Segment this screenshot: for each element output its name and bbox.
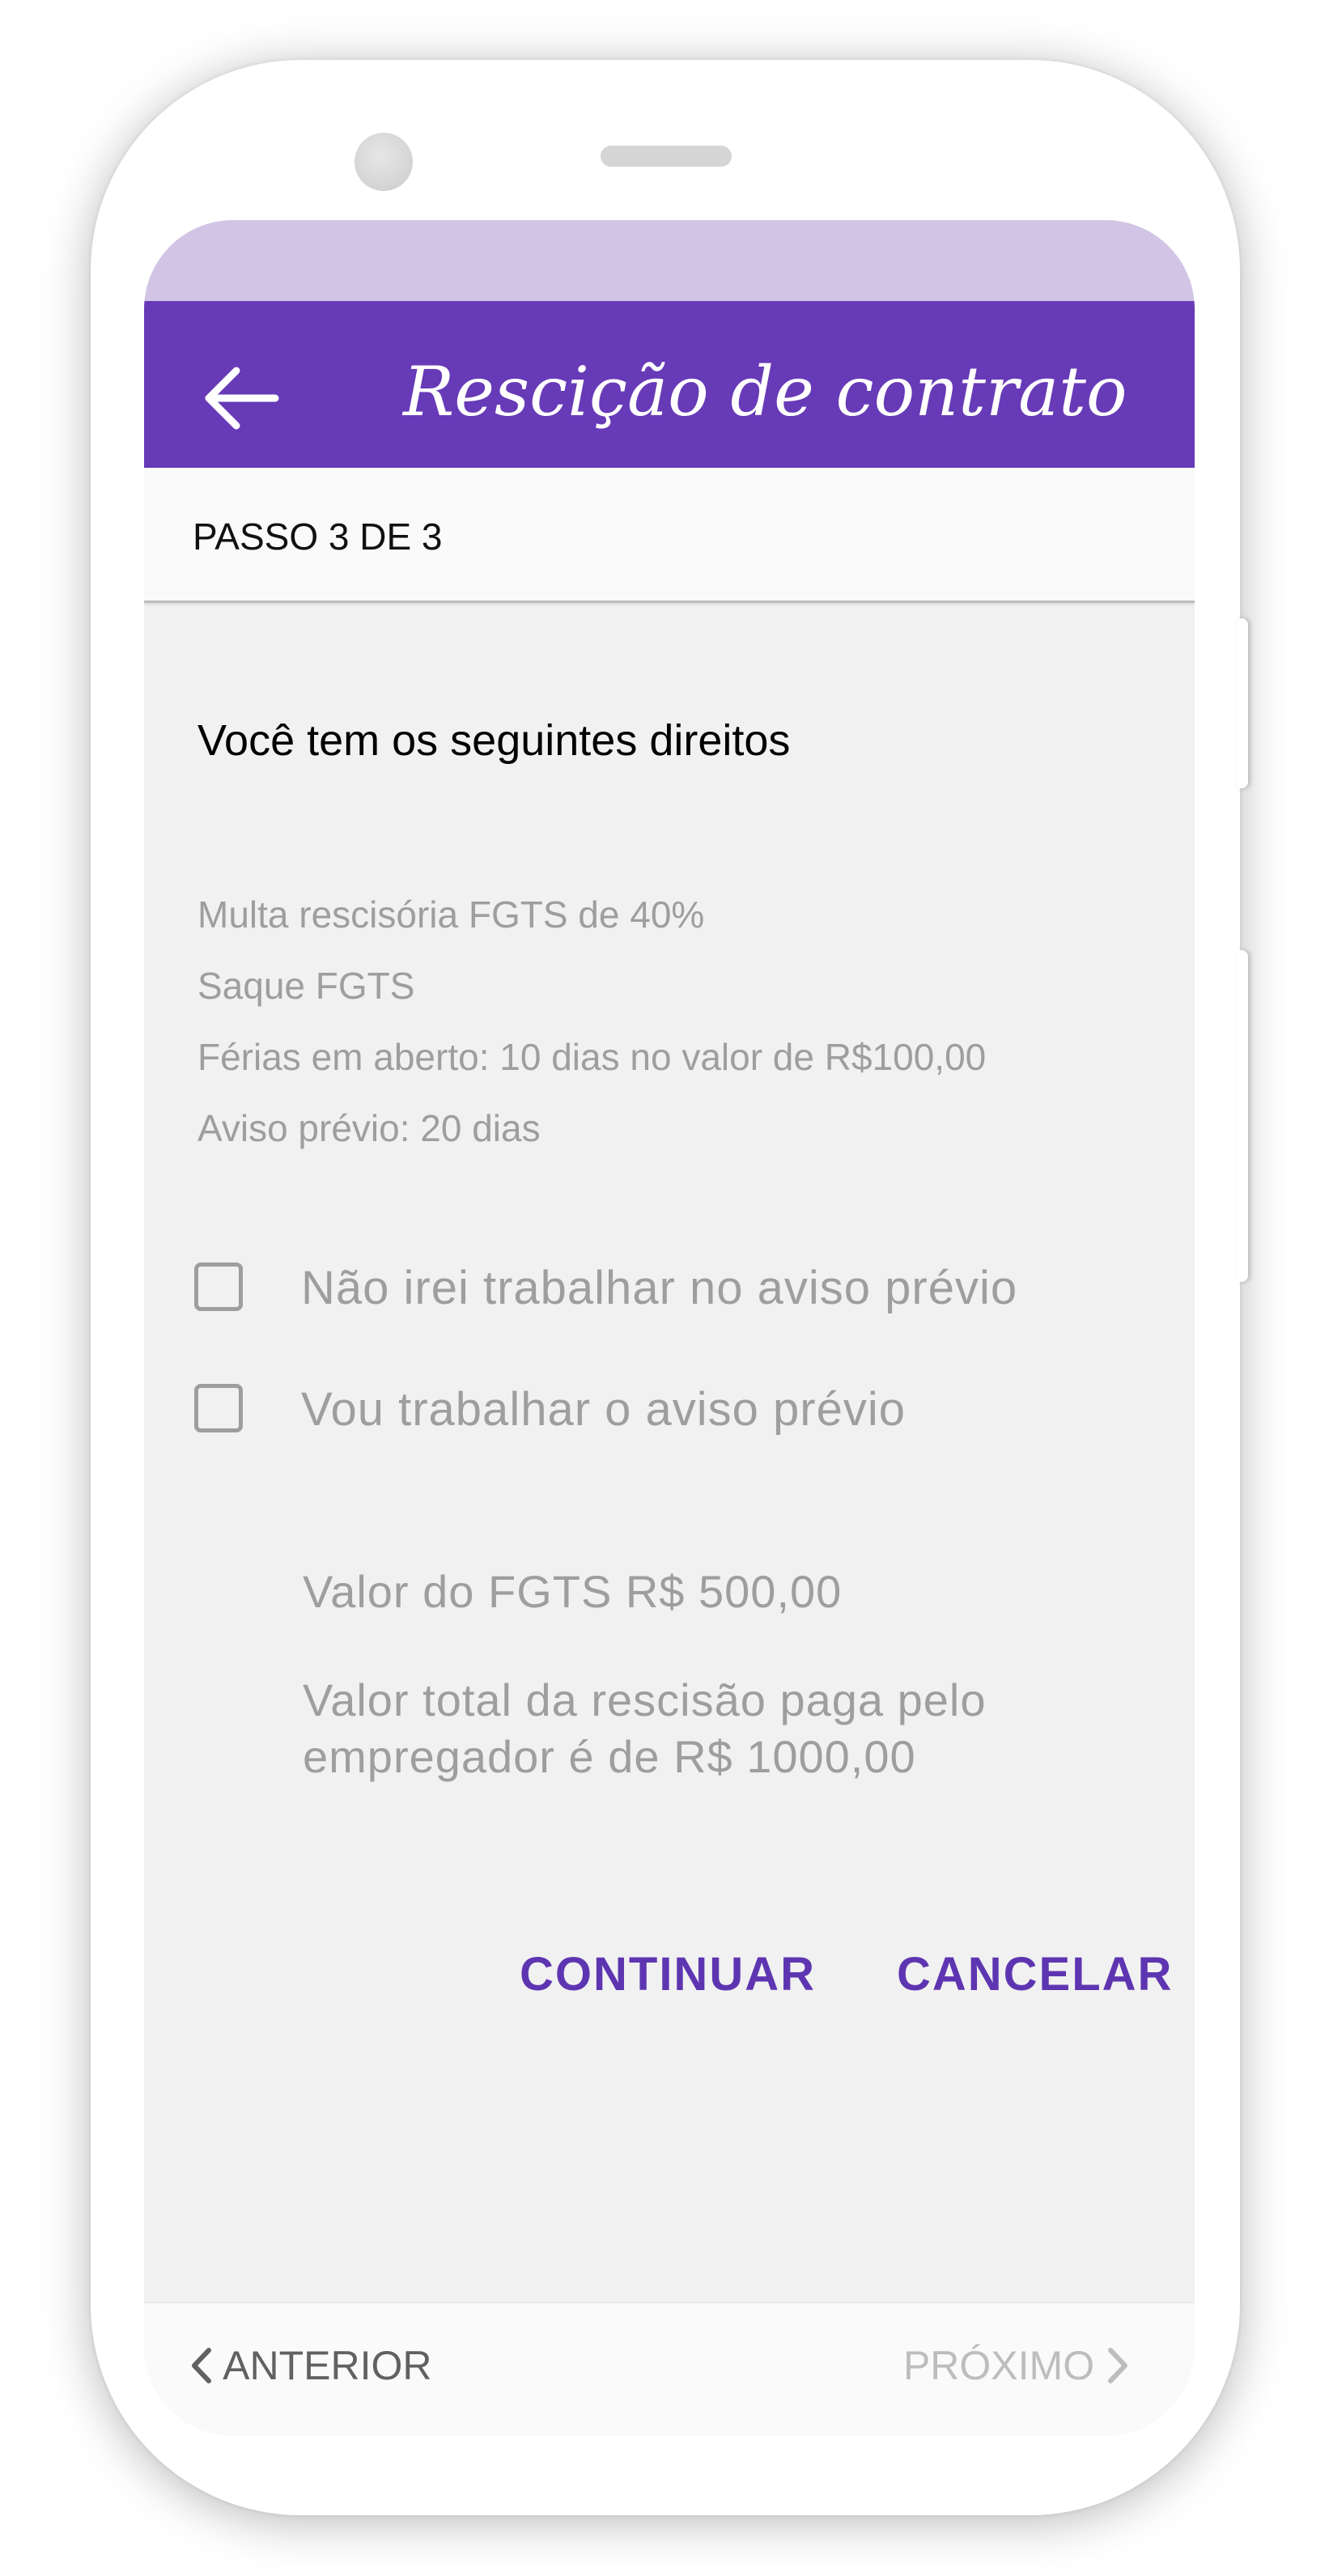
option-label: Não irei trabalhar no aviso prévio <box>301 1262 1018 1314</box>
arrow-left-icon <box>205 367 279 430</box>
continue-button[interactable]: CONTINUAR <box>520 1947 816 2001</box>
list-item: Multa rescisória FGTS de 40% <box>197 893 705 936</box>
rights-heading: Você tem os seguintes direitos <box>197 716 791 765</box>
list-item: Férias em aberto: 10 dias no valor de R$… <box>197 1036 987 1078</box>
checkbox-no-notice-work[interactable] <box>194 1263 243 1311</box>
previous-button[interactable]: ANTERIOR <box>189 2342 432 2389</box>
next-label: PRÓXIMO <box>902 2343 1095 2388</box>
option-no-notice-work[interactable]: Não irei trabalhar no aviso prévio <box>194 1258 1133 1322</box>
step-label: PASSO 3 DE 3 <box>193 516 443 558</box>
previous-label: ANTERIOR <box>223 2343 432 2388</box>
back-button[interactable] <box>202 366 280 431</box>
chevron-right-icon <box>1108 2347 1127 2383</box>
front-camera <box>355 133 413 191</box>
cancel-button[interactable]: CANCELAR <box>897 1947 1173 2001</box>
step-indicator-bar: PASSO 3 DE 3 <box>144 468 1195 603</box>
list-item: Saque FGTS <box>197 965 415 1007</box>
app-bar: Rescição de contrato <box>144 301 1195 468</box>
list-item: Aviso prévio: 20 dias <box>197 1107 541 1149</box>
side-button-power <box>1237 618 1248 788</box>
fgts-value-text: Valor do FGTS R$ 500,00 <box>303 1566 843 1617</box>
rights-list: Multa rescisória FGTS de 40% Saque FGTS … <box>197 879 986 1164</box>
next-button[interactable]: PRÓXIMO <box>903 2342 1130 2389</box>
earpiece-speaker <box>601 146 732 167</box>
option-label: Vou trabalhar o aviso prévio <box>301 1383 906 1436</box>
chevron-left-icon <box>192 2347 211 2383</box>
phone-screen: Rescição de contrato PASSO 3 DE 3 Você t… <box>144 220 1195 2436</box>
bottom-navigation-bar: ANTERIOR PRÓXIMO <box>144 2302 1195 2436</box>
total-value-text: Valor total da rescisão paga pelo empreg… <box>303 1674 987 1782</box>
option-work-notice[interactable]: Vou trabalhar o aviso prévio <box>194 1379 1133 1444</box>
page-title: Rescição de contrato <box>403 352 1127 431</box>
canvas: Rescição de contrato PASSO 3 DE 3 Você t… <box>0 0 1329 2576</box>
status-bar <box>144 220 1195 301</box>
side-button-volume <box>1237 950 1248 1282</box>
checkbox-work-notice[interactable] <box>194 1384 243 1432</box>
